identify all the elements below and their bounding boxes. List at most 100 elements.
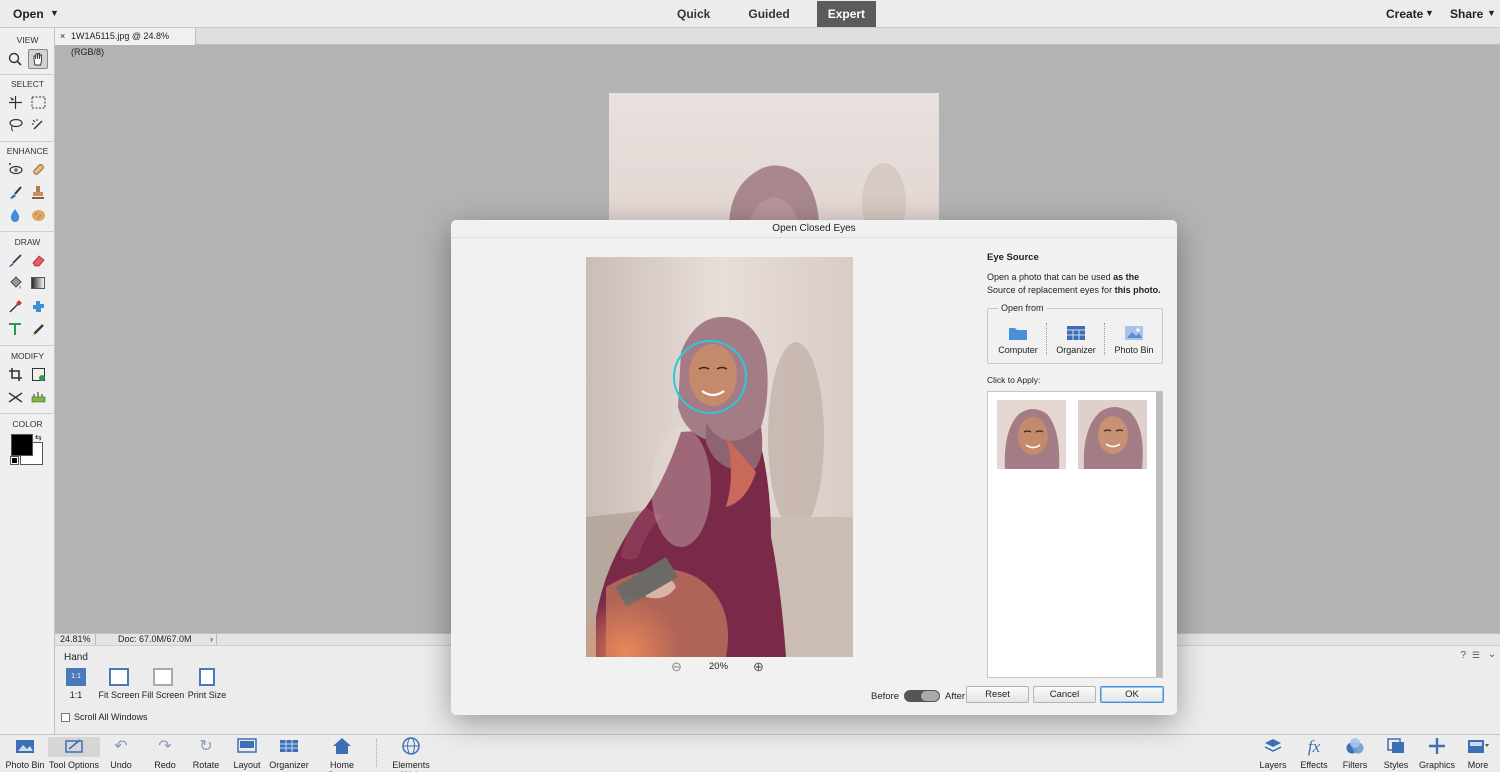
after-label: After — [945, 690, 966, 702]
home-icon — [315, 737, 369, 757]
blur-tool-icon[interactable] — [5, 205, 25, 225]
hand-tool-icon[interactable] — [28, 49, 48, 69]
organizer-button[interactable]: Organizer — [268, 737, 310, 770]
spot-healing-tool-icon[interactable] — [28, 159, 48, 179]
close-tab-icon[interactable]: × — [60, 28, 65, 44]
photo-bin-icon — [4, 737, 46, 757]
zoom-out-icon[interactable]: ⊖ — [671, 659, 682, 675]
smart-brush-tool-icon[interactable] — [5, 182, 25, 202]
fx-icon: fx — [1307, 737, 1321, 756]
eyedropper-tool-icon[interactable] — [5, 296, 25, 316]
create-menu[interactable]: Create — [1386, 7, 1423, 21]
fill-screen-icon — [153, 668, 173, 686]
fill-screen-button[interactable]: Fill Screen — [138, 668, 188, 700]
section-draw-label: DRAW — [14, 237, 41, 247]
paint-bucket-tool-icon[interactable] — [5, 273, 25, 293]
ok-button[interactable]: OK — [1100, 686, 1164, 703]
eye-source-thumbnail[interactable] — [1078, 400, 1147, 469]
help-icon[interactable]: ? — [1460, 650, 1466, 661]
recompose-tool-icon[interactable] — [28, 364, 48, 384]
document-canvas-image[interactable] — [609, 93, 939, 223]
layout-button[interactable]: Layout — [231, 737, 263, 770]
scroll-all-windows-checkbox[interactable] — [61, 712, 70, 722]
styles-button[interactable]: Styles — [1381, 737, 1411, 770]
magic-wand-tool-icon[interactable] — [28, 115, 48, 135]
tab-expert[interactable]: Expert — [816, 1, 877, 27]
fit-screen-button[interactable]: Fit Screen — [94, 668, 144, 700]
scroll-all-windows-option[interactable]: Scroll All Windows — [61, 712, 148, 722]
layers-icon — [1258, 737, 1288, 757]
source-organizer-button[interactable]: Organizer — [1048, 325, 1104, 355]
eraser-tool-icon[interactable] — [28, 250, 48, 270]
section-color-label: COLOR — [12, 419, 43, 429]
preview-image[interactable] — [586, 257, 853, 657]
before-after-toggle[interactable]: Before After — [871, 690, 965, 702]
gradient-tool-icon[interactable] — [28, 273, 48, 293]
share-caret-icon[interactable]: ▼ — [1487, 8, 1496, 18]
custom-shape-tool-icon[interactable] — [28, 296, 48, 316]
move-tool-icon[interactable] — [5, 92, 25, 112]
source-computer-button[interactable]: Computer — [990, 325, 1046, 355]
status-expand-icon[interactable]: › — [210, 634, 213, 645]
brush-tool-icon[interactable] — [5, 250, 25, 270]
sponge-tool-icon[interactable] — [28, 205, 48, 225]
source-photo-bin-button[interactable]: Photo Bin — [1106, 325, 1162, 355]
clone-stamp-tool-icon[interactable] — [28, 182, 48, 202]
straighten-tool-icon[interactable] — [28, 387, 48, 407]
share-menu[interactable]: Share — [1450, 7, 1483, 21]
default-colors-icon[interactable] — [10, 456, 19, 465]
rotate-button[interactable]: ↻ Rotate — [189, 737, 223, 770]
panel-menu-icon[interactable]: ☰ — [1472, 650, 1480, 661]
thumbnail-scrollbar[interactable] — [1156, 392, 1162, 677]
redo-button[interactable]: ↷ Redo — [150, 737, 180, 770]
section-select-label: SELECT — [10, 79, 45, 89]
create-caret-icon[interactable]: ▼ — [1425, 8, 1434, 18]
pencil-tool-icon[interactable] — [28, 319, 48, 339]
open-caret-icon[interactable]: ▼ — [50, 8, 59, 18]
zoom-in-icon[interactable]: ⊕ — [753, 659, 764, 675]
content-aware-move-tool-icon[interactable] — [5, 387, 25, 407]
home-screen-button[interactable]: Home Screen — [315, 737, 369, 772]
graphics-button[interactable]: Graphics — [1418, 737, 1456, 770]
tab-quick[interactable]: Quick — [666, 1, 721, 27]
filters-icon — [1340, 737, 1370, 757]
print-size-label: Print Size — [187, 690, 227, 700]
more-button[interactable]: More — [1464, 737, 1492, 770]
eye-source-thumbnail[interactable] — [997, 400, 1066, 469]
section-enhance-label: ENHANCE — [6, 146, 49, 156]
before-after-switch[interactable] — [904, 690, 940, 702]
tab-guided[interactable]: Guided — [737, 1, 800, 27]
crop-tool-icon[interactable] — [5, 364, 25, 384]
photo-bin-small-icon — [1124, 325, 1144, 341]
type-tool-icon[interactable] — [5, 319, 25, 339]
open-menu[interactable]: Open — [13, 7, 44, 21]
lasso-tool-icon[interactable] — [5, 115, 25, 135]
swap-colors-icon[interactable]: ⇆ — [35, 433, 42, 442]
zoom-level[interactable]: 24.81% — [60, 634, 91, 645]
eye-source-heading: Eye Source — [987, 252, 1039, 263]
preview-zoom-percent: 20% — [709, 661, 729, 672]
document-tab[interactable]: × 1W1A5115.jpg @ 24.8% (RGB/8) — [55, 28, 196, 57]
elements-web-button[interactable]: Elements Web — [382, 737, 440, 772]
fit-screen-icon — [109, 668, 129, 686]
marquee-tool-icon[interactable] — [28, 92, 48, 112]
red-eye-tool-icon[interactable] — [5, 159, 25, 179]
mode-tabs: Quick Guided Expert — [666, 1, 877, 27]
print-size-button[interactable]: Print Size — [182, 668, 232, 700]
undo-button[interactable]: ↶ Undo — [106, 737, 136, 770]
effects-button[interactable]: fx Effects — [1298, 737, 1330, 770]
filters-button[interactable]: Filters — [1340, 737, 1370, 770]
tool-options-title: Hand — [64, 652, 88, 663]
eye-source-thumbnail-list — [987, 391, 1163, 678]
reset-button[interactable]: Reset — [966, 686, 1029, 703]
top-menu-bar: Open ▼ Quick Guided Expert Create ▼ Shar… — [0, 0, 1500, 28]
tool-options-button[interactable]: Tool Options — [48, 737, 100, 770]
dialog-title: Open Closed Eyes — [451, 220, 1177, 238]
document-tab-title: 1W1A5115.jpg @ 24.8% (RGB/8) — [71, 31, 170, 57]
zoom-tool-icon[interactable] — [5, 49, 25, 69]
cancel-button[interactable]: Cancel — [1033, 686, 1096, 703]
foreground-color-swatch[interactable] — [11, 434, 33, 456]
photo-bin-button[interactable]: Photo Bin — [4, 737, 46, 770]
collapse-panel-icon[interactable]: ⌄ — [1488, 649, 1496, 660]
layers-button[interactable]: Layers — [1258, 737, 1288, 770]
